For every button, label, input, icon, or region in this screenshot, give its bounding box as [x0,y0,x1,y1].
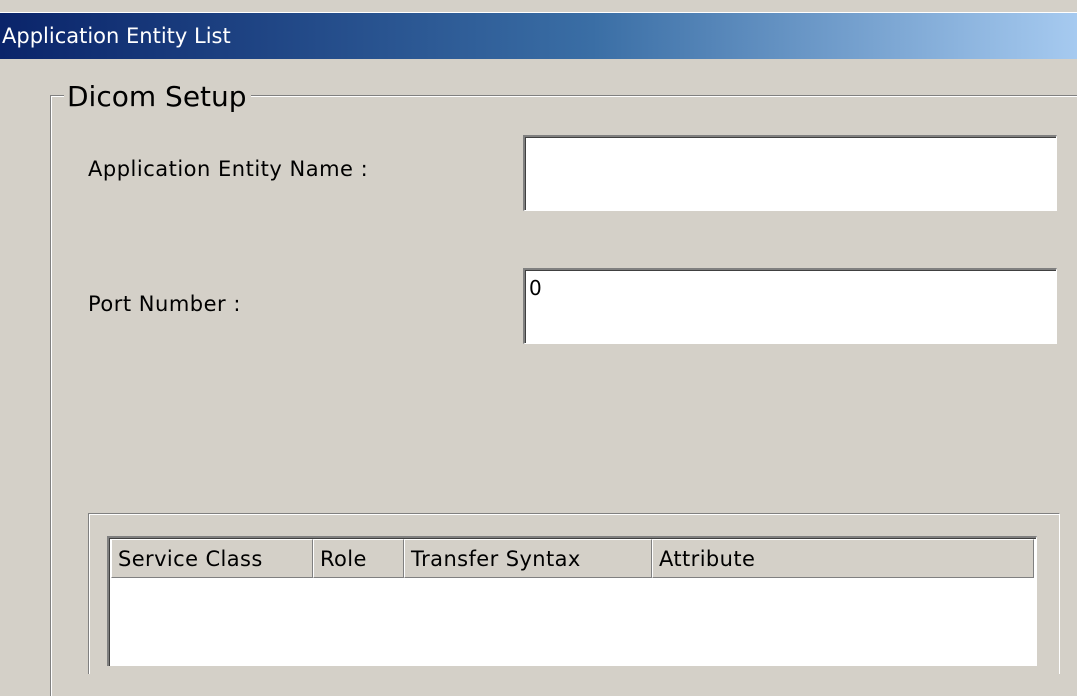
service-list[interactable]: Service Class Role Transfer Syntax Attri… [107,536,1037,666]
application-entity-list-window: Application Entity List Dicom Setup Appl… [0,0,1077,696]
title-bar[interactable]: Application Entity List [0,12,1077,59]
column-header-attribute[interactable]: Attribute [652,539,1034,578]
service-list-header: Service Class Role Transfer Syntax Attri… [111,539,1034,578]
column-header-role[interactable]: Role [313,539,404,578]
column-header-service-class[interactable]: Service Class [111,539,313,578]
ae-name-label: Application Entity Name : [88,157,369,181]
window-title: Application Entity List [2,24,231,48]
dicom-setup-group-label: Dicom Setup [64,80,251,113]
port-number-input[interactable]: 0 [523,268,1057,344]
ae-name-input[interactable] [523,135,1057,211]
port-number-label: Port Number : [88,292,241,316]
column-header-transfer-syntax[interactable]: Transfer Syntax [404,539,652,578]
